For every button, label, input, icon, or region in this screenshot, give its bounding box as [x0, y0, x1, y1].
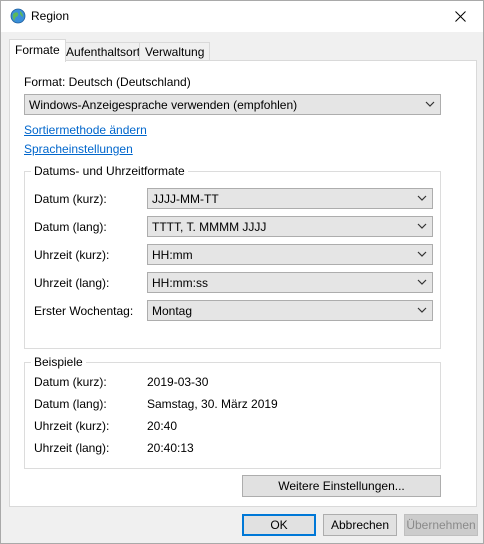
example-long-time-label: Uhrzeit (lang):: [34, 441, 110, 455]
window-title: Region: [31, 9, 70, 23]
chevron-down-icon: [417, 251, 427, 257]
apply-button[interactable]: Übernehmen: [404, 514, 478, 536]
format-select-value: Windows-Anzeigesprache verwenden (empfoh…: [29, 98, 298, 112]
short-date-select[interactable]: JJJJ-MM-TT: [147, 188, 433, 209]
first-weekday-select[interactable]: Montag: [147, 300, 433, 321]
language-settings-link[interactable]: Spracheinstellungen: [24, 142, 133, 156]
cancel-button[interactable]: Abbrechen: [323, 514, 397, 536]
long-time-value: HH:mm:ss: [152, 276, 208, 290]
close-button[interactable]: [437, 1, 483, 32]
example-short-time-label: Uhrzeit (kurz):: [34, 419, 110, 433]
chevron-down-icon: [417, 279, 427, 285]
short-date-label: Datum (kurz):: [34, 192, 107, 206]
long-date-select[interactable]: TTTT, T. MMMM JJJJ: [147, 216, 433, 237]
tab-label: Formate: [15, 43, 60, 57]
short-time-value: HH:mm: [152, 248, 193, 262]
formate-panel: Format: Deutsch (Deutschland) Windows-An…: [9, 60, 477, 507]
example-short-date-value: 2019-03-30: [147, 375, 209, 389]
example-short-time-value: 20:40: [147, 419, 178, 433]
long-date-value: TTTT, T. MMMM JJJJ: [152, 220, 267, 234]
format-select[interactable]: Windows-Anzeigesprache verwenden (empfoh…: [24, 94, 441, 115]
first-weekday-label: Erster Wochentag:: [34, 304, 134, 318]
group-title: Datums- und Uhrzeitformate: [31, 164, 188, 178]
example-short-date-label: Datum (kurz):: [34, 375, 107, 389]
title-bar[interactable]: Region: [1, 1, 483, 32]
ok-button[interactable]: OK: [242, 514, 316, 536]
short-time-select[interactable]: HH:mm: [147, 244, 433, 265]
tab-label: Verwaltung: [145, 45, 205, 59]
chevron-down-icon: [417, 223, 427, 229]
example-long-date-value: Samstag, 30. März 2019: [147, 397, 278, 411]
examples-group: Beispiele Datum (kurz): 2019-03-30 Datum…: [24, 355, 441, 469]
more-settings-button[interactable]: Weitere Einstellungen...: [242, 475, 441, 497]
region-dialog: Region Formate Aufenthaltsort Verwaltung…: [0, 0, 484, 544]
short-time-label: Uhrzeit (kurz):: [34, 248, 110, 262]
chevron-down-icon: [417, 307, 427, 313]
long-time-select[interactable]: HH:mm:ss: [147, 272, 433, 293]
tab-verwaltung[interactable]: Verwaltung: [139, 42, 211, 61]
chevron-down-icon: [425, 101, 435, 107]
chevron-down-icon: [417, 195, 427, 201]
tab-formate[interactable]: Formate: [9, 39, 66, 62]
tab-label: Aufenthaltsort: [66, 45, 141, 59]
tab-aufenthaltsort[interactable]: Aufenthaltsort: [60, 42, 147, 61]
sort-method-link[interactable]: Sortiermethode ändern: [24, 123, 147, 137]
globe-icon: [10, 8, 26, 24]
first-weekday-value: Montag: [152, 304, 193, 318]
close-icon: [454, 11, 466, 22]
short-date-value: JJJJ-MM-TT: [152, 192, 219, 206]
date-time-formats-group: Datums- und Uhrzeitformate Datum (kurz):…: [24, 164, 441, 349]
long-time-label: Uhrzeit (lang):: [34, 276, 110, 290]
long-date-label: Datum (lang):: [34, 220, 107, 234]
format-label: Format: Deutsch (Deutschland): [24, 75, 191, 89]
group-title: Beispiele: [31, 355, 86, 369]
example-long-date-label: Datum (lang):: [34, 397, 107, 411]
example-long-time-value: 20:40:13: [147, 441, 194, 455]
